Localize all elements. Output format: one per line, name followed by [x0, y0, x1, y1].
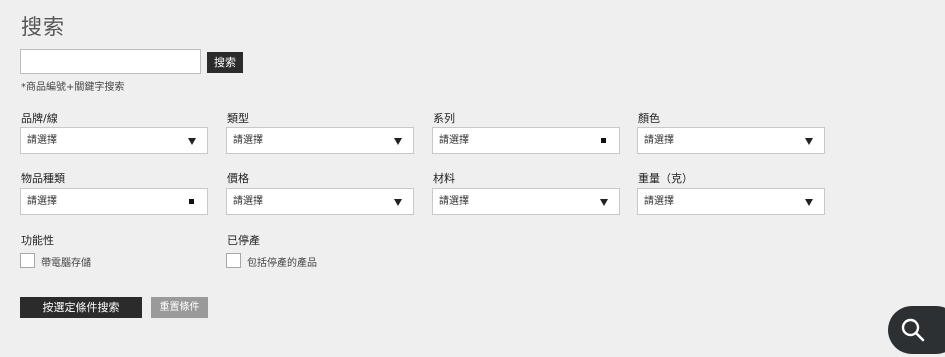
dropdown-arrow-icon: [805, 138, 813, 145]
filter-select-material[interactable]: 請選擇: [432, 188, 620, 215]
select-value: 請選擇: [439, 135, 469, 146]
filter-label-material: 材料: [433, 172, 455, 185]
filter-label-type: 類型: [227, 112, 249, 125]
select-value: 請選擇: [27, 135, 57, 146]
filter-label-color: 顏色: [638, 112, 660, 125]
include-discontinued-label[interactable]: 包括停產的產品: [247, 254, 317, 269]
filter-label-weight: 重量（克）: [638, 172, 693, 185]
filter-select-color[interactable]: 請選擇: [637, 127, 825, 154]
dropdown-arrow-icon: [805, 199, 813, 206]
select-value: 請選擇: [233, 135, 263, 146]
search-icon: [901, 318, 925, 342]
floating-search-button[interactable]: [888, 306, 945, 354]
filter-label-price: 價格: [227, 172, 249, 185]
filter-select-weight[interactable]: 請選擇: [637, 188, 825, 215]
search-button[interactable]: 搜索: [207, 52, 243, 73]
computer-storage-label[interactable]: 帶電腦存儲: [41, 254, 91, 269]
search-by-criteria-button[interactable]: 按選定條件搜索: [20, 297, 142, 318]
filter-select-type[interactable]: 請選擇: [226, 127, 414, 154]
filter-label-brand: 品牌/線: [21, 112, 58, 125]
discontinued-label: 已停產: [227, 234, 260, 247]
dropdown-square-icon: [189, 199, 194, 204]
select-value: 請選擇: [644, 196, 674, 207]
computer-storage-checkbox[interactable]: [20, 253, 35, 268]
include-discontinued-checkbox[interactable]: [226, 253, 241, 268]
dropdown-arrow-icon: [394, 138, 402, 145]
dropdown-square-icon: [601, 138, 606, 143]
filter-label-item-type: 物品種類: [21, 172, 65, 185]
dropdown-arrow-icon: [600, 199, 608, 206]
filter-select-price[interactable]: 請選擇: [226, 188, 414, 215]
select-value: 請選擇: [27, 196, 57, 207]
select-value: 請選擇: [644, 135, 674, 146]
filter-select-series[interactable]: 請選擇: [432, 127, 620, 154]
page-title: 搜索: [21, 15, 65, 39]
select-value: 請選擇: [233, 196, 263, 207]
search-page: 搜索 搜索 *商品編號+關鍵字搜索 品牌/線 請選擇 類型 請選擇 系列 請選擇…: [0, 0, 945, 357]
search-input[interactable]: [20, 49, 201, 74]
search-hint: *商品編號+關鍵字搜索: [21, 82, 125, 93]
reset-criteria-button[interactable]: 重置條件: [151, 297, 208, 318]
select-value: 請選擇: [439, 196, 469, 207]
dropdown-arrow-icon: [394, 199, 402, 206]
dropdown-arrow-icon: [188, 138, 196, 145]
filter-label-series: 系列: [433, 112, 455, 125]
functionality-label: 功能性: [21, 234, 54, 247]
filter-select-item-type[interactable]: 請選擇: [20, 188, 208, 215]
filter-select-brand[interactable]: 請選擇: [20, 127, 208, 154]
